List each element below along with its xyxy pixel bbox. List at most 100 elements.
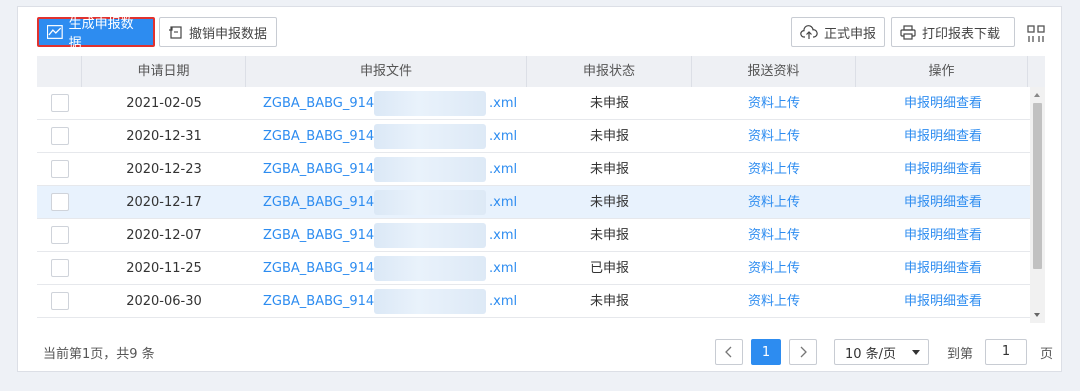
view-detail-link[interactable]: 申报明细查看: [856, 153, 1030, 186]
redacted-blur: [374, 156, 486, 182]
declaration-status: 未申报: [589, 293, 629, 309]
declaration-file-link[interactable]: ZGBA_BABG_914 .xml: [246, 153, 527, 186]
redacted-blur: [374, 222, 486, 248]
declaration-status: 未申报: [589, 194, 629, 210]
print-download-button[interactable]: 打印报表下载: [891, 17, 1015, 47]
cloud-upload-icon: [800, 24, 818, 39]
view-detail-link[interactable]: 申报明细查看: [856, 252, 1030, 285]
file-prefix[interactable]: ZGBA_BABG_914: [263, 96, 374, 111]
file-extension[interactable]: .xml: [489, 87, 517, 120]
declaration-file-link[interactable]: ZGBA_BABG_914 .xml: [246, 87, 527, 120]
checkbox[interactable]: [50, 160, 69, 178]
view-detail-link[interactable]: 申报明细查看: [856, 285, 1030, 318]
undo-document-icon: [169, 25, 182, 39]
upload-materials-link[interactable]: 资料上传: [692, 186, 856, 219]
upload-materials-link[interactable]: 资料上传: [692, 87, 856, 120]
redacted-blur: [374, 255, 486, 281]
page-number-button[interactable]: 1: [751, 339, 781, 365]
generate-label: 生成申报数据: [68, 17, 134, 51]
file-prefix[interactable]: ZGBA_BABG_914: [263, 294, 374, 309]
row-checkbox[interactable]: [37, 153, 82, 186]
upload-materials-link[interactable]: 资料上传: [692, 219, 856, 252]
row-checkbox[interactable]: [37, 186, 82, 219]
checkbox[interactable]: [50, 94, 69, 112]
checkbox[interactable]: [50, 259, 69, 277]
goto-label: 到第: [947, 347, 974, 362]
revoke-declaration-button[interactable]: 撤销申报数据: [159, 17, 277, 47]
file-extension[interactable]: .xml: [489, 186, 517, 219]
scroll-thumb[interactable]: [1033, 103, 1042, 269]
file-extension[interactable]: .xml: [489, 285, 517, 318]
declaration-file-link[interactable]: ZGBA_BABG_914 .xml: [246, 186, 527, 219]
checkbox[interactable]: [50, 127, 69, 145]
declaration-status: 未申报: [589, 128, 629, 144]
header-file: 申报文件: [246, 56, 527, 87]
goto-page-input[interactable]: 1: [985, 339, 1027, 365]
file-extension[interactable]: .xml: [489, 120, 517, 153]
file-prefix[interactable]: ZGBA_BABG_914: [263, 261, 374, 276]
pagination-summary: 当前第1页，共9 条: [43, 347, 155, 362]
declaration-file-link[interactable]: ZGBA_BABG_914 .xml: [246, 120, 527, 153]
upload-materials-link[interactable]: 资料上传: [692, 252, 856, 285]
table-scrollbar[interactable]: [1030, 87, 1045, 323]
scroll-up-arrow-icon[interactable]: [1034, 93, 1040, 97]
apply-date: 2021-02-05: [126, 95, 202, 111]
printer-icon: [900, 24, 916, 40]
table-header: 申请日期 申报文件 申报状态 报送资料 操作: [37, 56, 1045, 87]
page-size-value: 10 条/页: [845, 346, 897, 362]
view-detail-link[interactable]: 申报明细查看: [856, 120, 1030, 153]
header-checkbox-col: [37, 56, 82, 87]
upload-materials-link[interactable]: 资料上传: [692, 285, 856, 318]
header-scroll-spacer: [1028, 56, 1045, 87]
checkbox[interactable]: [50, 193, 69, 211]
upload-materials-link[interactable]: 资料上传: [692, 153, 856, 186]
header-date: 申请日期: [82, 56, 246, 87]
checkbox[interactable]: [50, 292, 69, 310]
view-detail-link[interactable]: 申报明细查看: [856, 219, 1030, 252]
prev-page-button[interactable]: [715, 339, 743, 365]
file-prefix[interactable]: ZGBA_BABG_914: [263, 162, 374, 177]
next-page-button[interactable]: [789, 339, 817, 365]
declaration-file-link[interactable]: ZGBA_BABG_914 .xml: [246, 219, 527, 252]
row-checkbox[interactable]: [37, 87, 82, 120]
view-detail-link[interactable]: 申报明细查看: [856, 186, 1030, 219]
row-checkbox[interactable]: [37, 219, 82, 252]
chevron-left-icon: [725, 346, 732, 358]
caret-down-icon: [912, 350, 920, 355]
apply-date: 2020-11-25: [126, 260, 202, 276]
formal-declare-button[interactable]: 正式申报: [791, 17, 885, 47]
generate-declaration-button[interactable]: 生成申报数据: [37, 17, 155, 51]
apply-date: 2020-12-17: [126, 194, 202, 210]
row-checkbox[interactable]: [37, 285, 82, 318]
scroll-down-arrow-icon[interactable]: [1034, 313, 1040, 317]
chevron-right-icon: [800, 346, 807, 358]
grid-view-icon[interactable]: [1027, 25, 1045, 43]
header-status: 申报状态: [527, 56, 692, 87]
redacted-blur: [374, 189, 486, 215]
declaration-status: 已申报: [589, 260, 629, 276]
apply-date: 2020-12-23: [126, 161, 202, 177]
declaration-file-link[interactable]: ZGBA_BABG_914 .xml: [246, 252, 527, 285]
chart-line-icon: [47, 25, 63, 39]
declaration-file-link[interactable]: ZGBA_BABG_914 .xml: [246, 285, 527, 318]
table-row: 2020-11-25 ZGBA_BABG_914 .xml 已申报 资料上传 申报…: [37, 252, 1030, 285]
apply-date: 2020-06-30: [126, 293, 202, 309]
table-row: 2020-12-31 ZGBA_BABG_914 .xml 未申报 资料上传 申报…: [37, 120, 1030, 153]
print-label: 打印报表下载: [922, 26, 1001, 42]
file-prefix[interactable]: ZGBA_BABG_914: [263, 195, 374, 210]
row-checkbox[interactable]: [37, 252, 82, 285]
row-checkbox[interactable]: [37, 120, 82, 153]
view-detail-link[interactable]: 申报明细查看: [856, 87, 1030, 120]
page-size-select[interactable]: 10 条/页: [834, 339, 929, 365]
file-extension[interactable]: .xml: [489, 219, 517, 252]
checkbox[interactable]: [50, 226, 69, 244]
declaration-panel: 生成申报数据 撤销申报数据 正式申报 打印报表下载 申请日期 申报文件 申报状态…: [17, 6, 1062, 372]
file-extension[interactable]: .xml: [489, 252, 517, 285]
table-body: 2021-02-05 ZGBA_BABG_914 .xml 未申报 资料上传 申报…: [37, 87, 1030, 318]
file-extension[interactable]: .xml: [489, 153, 517, 186]
file-prefix[interactable]: ZGBA_BABG_914: [263, 228, 374, 243]
file-prefix[interactable]: ZGBA_BABG_914: [263, 129, 374, 144]
table-row: 2020-12-07 ZGBA_BABG_914 .xml 未申报 资料上传 申报…: [37, 219, 1030, 252]
upload-materials-link[interactable]: 资料上传: [692, 120, 856, 153]
table-row-hovered: 2020-12-17 ZGBA_BABG_914 .xml 未申报 资料上传 申报…: [37, 186, 1030, 219]
